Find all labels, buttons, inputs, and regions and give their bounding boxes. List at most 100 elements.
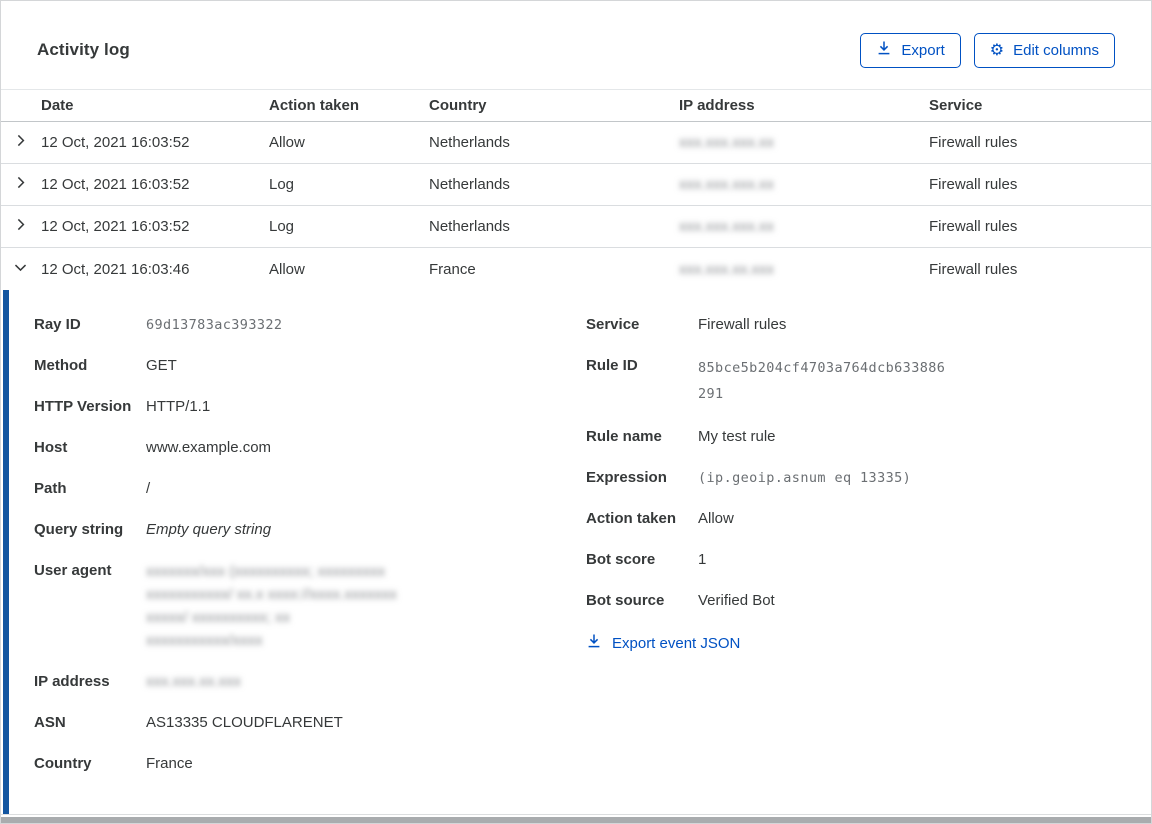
- detail-field-bot-score: Bot score 1: [586, 549, 1151, 571]
- column-header-date: Date: [41, 97, 74, 114]
- event-detail-panel: Ray ID 69d13783ac393322 Method GET HTTP …: [1, 290, 1151, 814]
- chevron-right-icon: [13, 133, 28, 152]
- field-label: Path: [34, 480, 67, 497]
- field-label: Rule ID: [586, 357, 638, 374]
- edit-columns-button[interactable]: ⚙ Edit columns: [973, 32, 1115, 68]
- cell-service: Firewall rules: [929, 134, 1018, 151]
- detail-field-country: Country France: [34, 753, 553, 775]
- cell-service: Firewall rules: [929, 218, 1018, 235]
- field-value: 1: [698, 551, 707, 568]
- table-row[interactable]: 12 Oct, 2021 16:03:52 Log Netherlands xx…: [1, 164, 1151, 206]
- chevron-right-icon: [13, 175, 28, 194]
- field-label: Bot source: [586, 592, 665, 609]
- field-value-redacted: xxx.xxx.xx.xxx: [146, 673, 242, 690]
- field-value: My test rule: [698, 428, 776, 445]
- cell-ip-redacted: xxx.xxx.xxx.xx: [679, 176, 775, 193]
- field-label: Action taken: [586, 510, 677, 527]
- field-value: Verified Bot: [698, 592, 775, 609]
- field-label: Host: [34, 439, 68, 456]
- table-row-expanded[interactable]: 12 Oct, 2021 16:03:46 Allow France xxx.x…: [1, 248, 1151, 290]
- download-icon: [876, 40, 892, 60]
- cell-country: Netherlands: [429, 134, 510, 151]
- cell-date: 12 Oct, 2021 16:03:52: [41, 218, 190, 235]
- gear-icon: ⚙: [989, 40, 1005, 59]
- detail-field-path: Path /: [34, 478, 553, 500]
- cell-service: Firewall rules: [929, 260, 1018, 278]
- detail-field-host: Host www.example.com: [34, 437, 553, 459]
- detail-field-action-taken: Action taken Allow: [586, 508, 1151, 530]
- column-header-ip: IP address: [679, 97, 755, 114]
- chevron-down-icon: [13, 260, 28, 279]
- export-button[interactable]: Export: [860, 32, 961, 68]
- field-value: (ip.geoip.asnum eq 13335): [698, 470, 912, 486]
- field-value: 85bce5b204cf4703a764dcb633886291: [698, 360, 946, 402]
- detail-field-rule-name: Rule name My test rule: [586, 426, 1151, 448]
- detail-field-service: Service Firewall rules: [586, 314, 1151, 336]
- field-label: Service: [586, 316, 640, 333]
- row-expander[interactable]: [8, 215, 32, 239]
- table-row[interactable]: 12 Oct, 2021 16:03:52 Allow Netherlands …: [1, 122, 1151, 164]
- cell-action: Log: [269, 176, 295, 193]
- export-event-json-link[interactable]: Export event JSON: [586, 633, 740, 653]
- field-value: France: [146, 755, 193, 772]
- field-label: IP address: [34, 673, 110, 690]
- column-header-service: Service: [929, 97, 983, 114]
- field-label: ASN: [34, 714, 66, 731]
- activity-log-panel: Activity log Export ⚙ Edit columns Date …: [0, 0, 1152, 824]
- field-value: www.example.com: [146, 439, 272, 456]
- download-icon: [586, 633, 602, 653]
- detail-left-column: Ray ID 69d13783ac393322 Method GET HTTP …: [1, 314, 553, 794]
- detail-field-bot-source: Bot source Verified Bot: [586, 590, 1151, 612]
- detail-field-expression: Expression (ip.geoip.asnum eq 13335): [586, 467, 1151, 489]
- detail-right-column: Service Firewall rules Rule ID 85bce5b20…: [553, 314, 1151, 794]
- field-value: 69d13783ac393322: [146, 317, 283, 333]
- field-value: Allow: [698, 510, 734, 527]
- cell-country: France: [429, 260, 476, 278]
- toolbar: Export ⚙ Edit columns: [860, 32, 1115, 68]
- field-label: Country: [34, 755, 92, 772]
- cell-ip-redacted: xxx.xxx.xxx.xx: [679, 134, 775, 151]
- topbar: Activity log Export ⚙ Edit columns: [1, 1, 1151, 89]
- detail-field-query-string: Query string Empty query string: [34, 519, 553, 541]
- row-expander[interactable]: [8, 173, 32, 197]
- detail-field-asn: ASN AS13335 CLOUDFLARENET: [34, 712, 553, 734]
- field-label: Rule name: [586, 428, 662, 445]
- detail-field-ray-id: Ray ID 69d13783ac393322: [34, 314, 553, 336]
- cell-action: Allow: [269, 134, 305, 151]
- cell-country: Netherlands: [429, 176, 510, 193]
- field-value: GET: [146, 357, 177, 374]
- detail-field-user-agent: User agent xxxxxxx/xxx (xxxxxxxxxx; xxxx…: [34, 560, 553, 652]
- detail-field-method: Method GET: [34, 355, 553, 377]
- detail-field-ip-address: IP address xxx.xxx.xx.xxx: [34, 671, 553, 693]
- row-expander[interactable]: [8, 131, 32, 155]
- field-label: User agent: [34, 562, 112, 579]
- row-expander[interactable]: [8, 257, 32, 281]
- table-header: Date Action taken Country IP address Ser…: [1, 89, 1151, 122]
- field-label: Ray ID: [34, 316, 81, 333]
- field-label: Method: [34, 357, 88, 374]
- field-value-redacted: xxxxxxx/xxx (xxxxxxxxxx; xxxxxxxxx xxxxx…: [146, 563, 397, 649]
- cell-action: Allow: [269, 260, 305, 278]
- cell-action: Log: [269, 218, 295, 235]
- cell-date: 12 Oct, 2021 16:03:52: [41, 134, 190, 151]
- column-header-action: Action taken: [269, 97, 360, 114]
- table-row[interactable]: 12 Oct, 2021 16:03:52 Log Netherlands xx…: [1, 206, 1151, 248]
- field-value: HTTP/1.1: [146, 398, 211, 415]
- footer: [1, 814, 1151, 823]
- footer-bar: [1, 817, 1151, 823]
- chevron-right-icon: [13, 217, 28, 236]
- cell-date: 12 Oct, 2021 16:03:52: [41, 176, 190, 193]
- field-value: Firewall rules: [698, 316, 787, 333]
- cell-country: Netherlands: [429, 218, 510, 235]
- detail-field-http-version: HTTP Version HTTP/1.1: [34, 396, 553, 418]
- page-title: Activity log: [37, 40, 130, 59]
- detail-field-rule-id: Rule ID 85bce5b204cf4703a764dcb633886291: [586, 355, 1151, 407]
- cell-date: 12 Oct, 2021 16:03:46: [41, 260, 190, 278]
- field-label: Query string: [34, 521, 124, 538]
- field-value: Empty query string: [146, 521, 272, 538]
- field-label: HTTP Version: [34, 398, 132, 415]
- export-button-label: Export: [901, 41, 945, 59]
- field-value: /: [146, 480, 151, 497]
- cell-service: Firewall rules: [929, 176, 1018, 193]
- export-event-json-label: Export event JSON: [612, 634, 741, 652]
